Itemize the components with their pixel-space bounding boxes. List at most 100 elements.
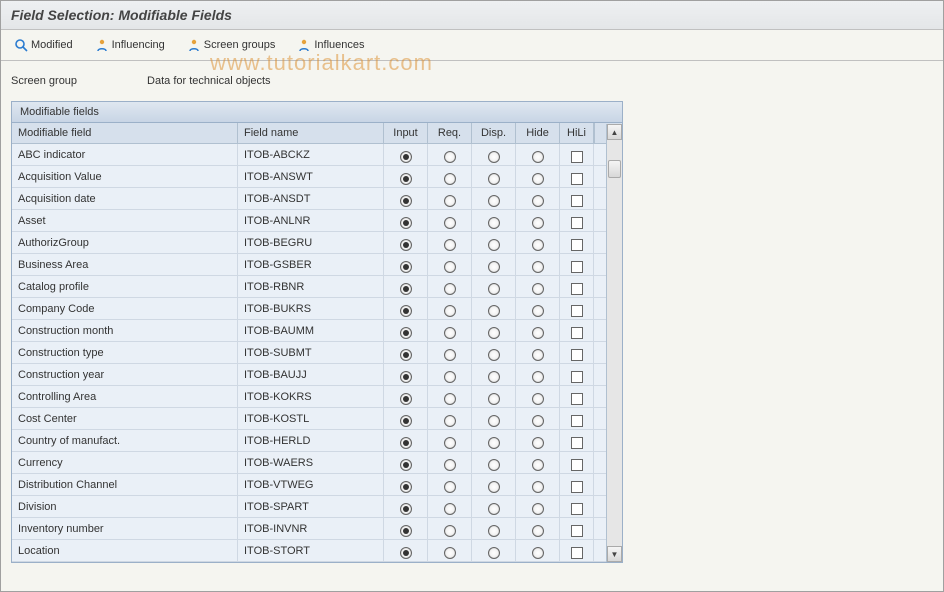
radio-disp[interactable]: [488, 547, 500, 559]
checkbox-hili[interactable]: [571, 525, 583, 537]
radio-disp[interactable]: [488, 195, 500, 207]
radio-input[interactable]: [400, 437, 412, 449]
radio-input[interactable]: [400, 261, 412, 273]
table-row[interactable]: Cost CenterITOB-KOSTL: [12, 408, 622, 430]
checkbox-hili[interactable]: [571, 393, 583, 405]
col-req[interactable]: Req.: [428, 123, 472, 143]
radio-input[interactable]: [400, 371, 412, 383]
checkbox-hili[interactable]: [571, 217, 583, 229]
checkbox-hili[interactable]: [571, 371, 583, 383]
table-row[interactable]: Country of manufact.ITOB-HERLD: [12, 430, 622, 452]
radio-hide[interactable]: [532, 525, 544, 537]
checkbox-hili[interactable]: [571, 283, 583, 295]
table-row[interactable]: Catalog profileITOB-RBNR: [12, 276, 622, 298]
radio-req[interactable]: [444, 261, 456, 273]
radio-input[interactable]: [400, 393, 412, 405]
table-row[interactable]: LocationITOB-STORT: [12, 540, 622, 562]
radio-hide[interactable]: [532, 283, 544, 295]
radio-disp[interactable]: [488, 371, 500, 383]
radio-input[interactable]: [400, 239, 412, 251]
influences-button[interactable]: Influences: [294, 36, 367, 54]
radio-req[interactable]: [444, 503, 456, 515]
radio-input[interactable]: [400, 459, 412, 471]
checkbox-hili[interactable]: [571, 547, 583, 559]
radio-disp[interactable]: [488, 393, 500, 405]
checkbox-hili[interactable]: [571, 327, 583, 339]
radio-disp[interactable]: [488, 481, 500, 493]
radio-disp[interactable]: [488, 239, 500, 251]
radio-req[interactable]: [444, 173, 456, 185]
table-row[interactable]: Construction yearITOB-BAUJJ: [12, 364, 622, 386]
radio-input[interactable]: [400, 283, 412, 295]
radio-hide[interactable]: [532, 217, 544, 229]
radio-hide[interactable]: [532, 239, 544, 251]
table-row[interactable]: Construction monthITOB-BAUMM: [12, 320, 622, 342]
screen-groups-button[interactable]: Screen groups: [184, 36, 279, 54]
table-row[interactable]: Acquisition dateITOB-ANSDT: [12, 188, 622, 210]
radio-input[interactable]: [400, 305, 412, 317]
radio-disp[interactable]: [488, 437, 500, 449]
col-disp[interactable]: Disp.: [472, 123, 516, 143]
col-name[interactable]: Field name: [238, 123, 384, 143]
checkbox-hili[interactable]: [571, 151, 583, 163]
radio-req[interactable]: [444, 393, 456, 405]
radio-disp[interactable]: [488, 283, 500, 295]
checkbox-hili[interactable]: [571, 415, 583, 427]
radio-input[interactable]: [400, 503, 412, 515]
radio-disp[interactable]: [488, 217, 500, 229]
radio-hide[interactable]: [532, 261, 544, 273]
checkbox-hili[interactable]: [571, 239, 583, 251]
radio-disp[interactable]: [488, 503, 500, 515]
radio-disp[interactable]: [488, 261, 500, 273]
col-input[interactable]: Input: [384, 123, 428, 143]
checkbox-hili[interactable]: [571, 459, 583, 471]
checkbox-hili[interactable]: [571, 437, 583, 449]
radio-hide[interactable]: [532, 503, 544, 515]
radio-hide[interactable]: [532, 437, 544, 449]
radio-disp[interactable]: [488, 327, 500, 339]
table-row[interactable]: ABC indicatorITOB-ABCKZ: [12, 144, 622, 166]
radio-req[interactable]: [444, 217, 456, 229]
scroll-track[interactable]: [607, 140, 622, 546]
radio-disp[interactable]: [488, 173, 500, 185]
table-row[interactable]: Inventory numberITOB-INVNR: [12, 518, 622, 540]
radio-req[interactable]: [444, 481, 456, 493]
col-hili[interactable]: HiLi: [560, 123, 594, 143]
table-row[interactable]: Controlling AreaITOB-KOKRS: [12, 386, 622, 408]
radio-req[interactable]: [444, 547, 456, 559]
table-row[interactable]: Company CodeITOB-BUKRS: [12, 298, 622, 320]
checkbox-hili[interactable]: [571, 503, 583, 515]
vertical-scrollbar[interactable]: ▲ ▼: [606, 124, 622, 562]
scroll-thumb[interactable]: [608, 160, 621, 178]
radio-input[interactable]: [400, 415, 412, 427]
radio-input[interactable]: [400, 151, 412, 163]
radio-input[interactable]: [400, 195, 412, 207]
radio-disp[interactable]: [488, 525, 500, 537]
radio-input[interactable]: [400, 173, 412, 185]
radio-req[interactable]: [444, 415, 456, 427]
radio-input[interactable]: [400, 349, 412, 361]
radio-req[interactable]: [444, 283, 456, 295]
checkbox-hili[interactable]: [571, 481, 583, 493]
radio-req[interactable]: [444, 195, 456, 207]
checkbox-hili[interactable]: [571, 195, 583, 207]
radio-disp[interactable]: [488, 349, 500, 361]
radio-req[interactable]: [444, 525, 456, 537]
table-row[interactable]: AssetITOB-ANLNR: [12, 210, 622, 232]
scroll-up-button[interactable]: ▲: [607, 124, 622, 140]
radio-hide[interactable]: [532, 393, 544, 405]
checkbox-hili[interactable]: [571, 349, 583, 361]
radio-hide[interactable]: [532, 371, 544, 383]
table-row[interactable]: AuthorizGroupITOB-BEGRU: [12, 232, 622, 254]
radio-hide[interactable]: [532, 195, 544, 207]
radio-input[interactable]: [400, 525, 412, 537]
radio-req[interactable]: [444, 459, 456, 471]
table-row[interactable]: Acquisition ValueITOB-ANSWT: [12, 166, 622, 188]
radio-req[interactable]: [444, 151, 456, 163]
col-field[interactable]: Modifiable field: [12, 123, 238, 143]
radio-req[interactable]: [444, 327, 456, 339]
checkbox-hili[interactable]: [571, 305, 583, 317]
radio-disp[interactable]: [488, 415, 500, 427]
radio-hide[interactable]: [532, 305, 544, 317]
influencing-button[interactable]: Influencing: [92, 36, 168, 54]
